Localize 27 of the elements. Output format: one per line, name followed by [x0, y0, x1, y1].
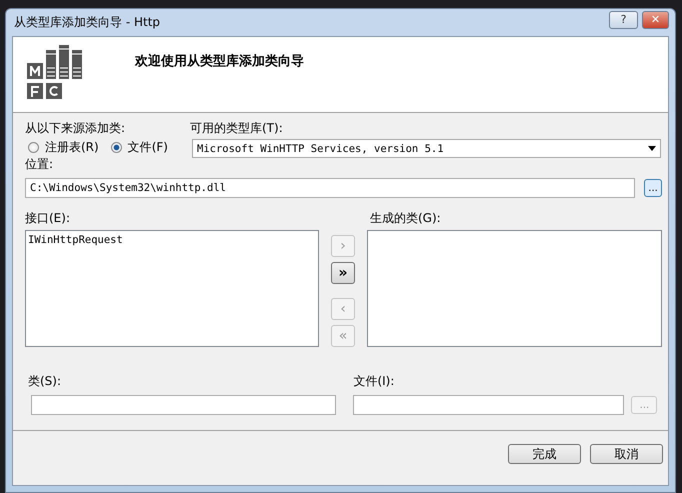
typelib-label: 可用的类型库(T):	[190, 121, 284, 135]
file-field[interactable]	[353, 395, 624, 415]
help-button[interactable]: ?	[609, 10, 638, 28]
move-button[interactable]: »	[331, 262, 355, 284]
interfaces-list[interactable]: IWinHttpRequest	[25, 230, 319, 347]
generated-list[interactable]	[367, 230, 662, 347]
interfaces-label: 接口(E):	[25, 211, 71, 225]
dialog-button[interactable]: 完成	[508, 444, 581, 464]
caret-icon	[648, 146, 656, 151]
generated-label: 生成的类(G):	[370, 211, 441, 225]
list-item[interactable]: IWinHttpRequest	[26, 231, 318, 249]
radio-button[interactable]	[110, 142, 122, 153]
source-label: 从以下来源添加类:	[25, 121, 126, 135]
window-title: 从类型库添加类向导 - Http	[14, 14, 160, 31]
browse-button[interactable]: ...	[644, 179, 662, 197]
radio-option[interactable]: 注册表(R)	[28, 139, 99, 156]
radio-button[interactable]	[28, 142, 39, 153]
header-title: 欢迎使用从类型库添加类向导	[135, 52, 304, 70]
location-field[interactable]: C:\Windows\System32\winhttp.dll	[25, 178, 636, 198]
typelib-dropdown[interactable]: Microsoft WinHTTP Services, version 5.1	[192, 139, 661, 158]
class-label: 类(S):	[28, 374, 62, 388]
radio-option[interactable]: 文件(F)	[110, 139, 168, 156]
dialog-button[interactable]: 取消	[590, 444, 663, 464]
file-label: 文件(I):	[353, 374, 396, 388]
location-label: 位置:	[25, 157, 54, 171]
class-field[interactable]	[31, 395, 336, 415]
library-logo-icon	[27, 45, 85, 99]
